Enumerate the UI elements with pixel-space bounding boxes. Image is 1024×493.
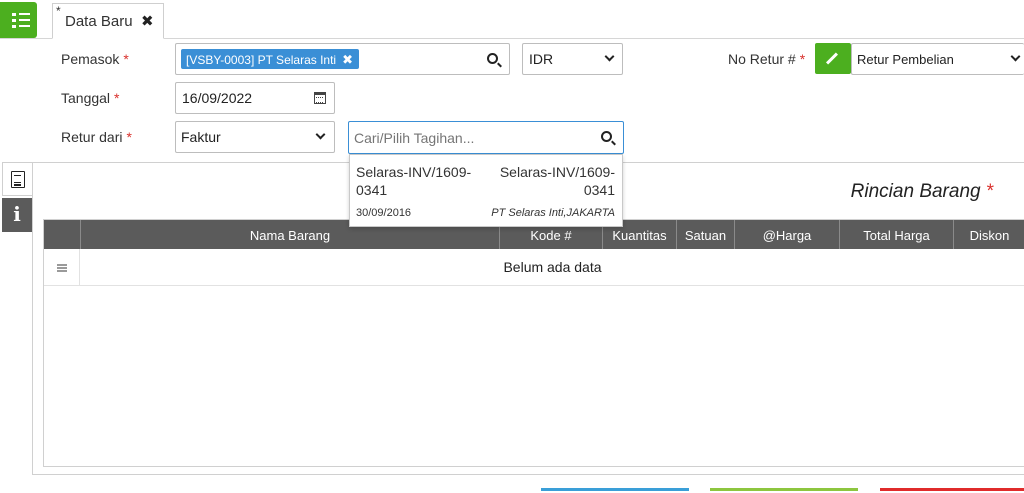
bottom-button-blue[interactable]: [541, 488, 689, 491]
invoice-supplier: PT Selaras Inti,JAKARTA: [491, 207, 615, 219]
bottom-button-green[interactable]: [710, 488, 858, 491]
tanggal-label: Tanggal *: [61, 90, 120, 106]
calendar-icon[interactable]: [314, 92, 326, 104]
currency-select[interactable]: IDR: [522, 43, 623, 75]
chevron-down-icon: [1010, 51, 1021, 62]
column-header[interactable]: @Harga: [734, 220, 839, 249]
list-menu-icon[interactable]: [0, 2, 37, 38]
remove-supplier-icon[interactable]: ✖: [342, 52, 353, 67]
no-retur-value: Retur Pembelian: [857, 52, 954, 67]
close-tab-icon[interactable]: ✖: [141, 12, 154, 30]
pemasok-label: Pemasok *: [61, 51, 129, 67]
empty-state-text: Belum ada data: [503, 259, 602, 275]
tagihan-dropdown: Selaras-INV/1609-0341 Selaras-INV/1609-0…: [349, 154, 623, 227]
edit-number-button[interactable]: [815, 43, 851, 74]
tagihan-search-input[interactable]: [354, 128, 589, 148]
tab-data-baru[interactable]: * Data Baru ✖: [52, 3, 164, 39]
pencil-icon: [825, 52, 839, 65]
chevron-down-icon: [604, 51, 615, 62]
pemasok-select[interactable]: [VSBY-0003] PT Selaras Inti ✖: [175, 43, 510, 75]
panel-title: Rincian Barang *: [850, 181, 994, 202]
tanggal-value: 16/09/2022: [182, 90, 253, 106]
currency-value: IDR: [529, 51, 554, 67]
document-icon: [11, 171, 25, 188]
selected-supplier-tag: [VSBY-0003] PT Selaras Inti ✖: [181, 49, 359, 69]
invoice-reference: Selaras-INV/1609-0341: [499, 164, 615, 198]
items-table: Nama Barang Kode # Kuantitas Satuan @Har…: [43, 219, 1024, 467]
search-icon[interactable]: [487, 53, 498, 64]
invoice-date: 30/09/2016: [356, 207, 412, 219]
column-header[interactable]: Total Harga: [839, 220, 953, 249]
selected-supplier-value: [VSBY-0003] PT Selaras Inti: [186, 53, 337, 67]
invoice-number: Selaras-INV/1609-0341: [356, 164, 472, 198]
top-bar: * Data Baru ✖: [0, 0, 1024, 39]
column-header[interactable]: Diskon: [953, 220, 1024, 249]
retur-dari-label: Retur dari *: [61, 129, 132, 145]
tanggal-date-input[interactable]: 16/09/2022: [175, 82, 335, 114]
no-retur-select[interactable]: Retur Pembelian: [851, 43, 1024, 75]
tab-info[interactable]: i: [2, 198, 32, 232]
no-retur-label: No Retur # *: [728, 51, 806, 67]
info-icon: i: [13, 202, 21, 226]
retur-dari-value: Faktur: [181, 129, 221, 145]
table-row: Belum ada data: [44, 249, 1024, 286]
retur-dari-select[interactable]: Faktur: [175, 121, 335, 153]
modified-marker: *: [56, 4, 61, 18]
chevron-down-icon: [315, 129, 326, 140]
handle-column-header: [44, 220, 80, 249]
search-icon[interactable]: [601, 131, 612, 142]
bottom-button-red[interactable]: [880, 488, 1024, 491]
tagihan-search-field[interactable]: [348, 121, 624, 154]
drag-handle-icon[interactable]: [44, 249, 80, 286]
column-header[interactable]: Satuan: [676, 220, 734, 249]
tab-title: Data Baru: [65, 13, 133, 30]
tab-details[interactable]: [2, 162, 32, 196]
dropdown-item[interactable]: Selaras-INV/1609-0341 Selaras-INV/1609-0…: [350, 155, 622, 226]
